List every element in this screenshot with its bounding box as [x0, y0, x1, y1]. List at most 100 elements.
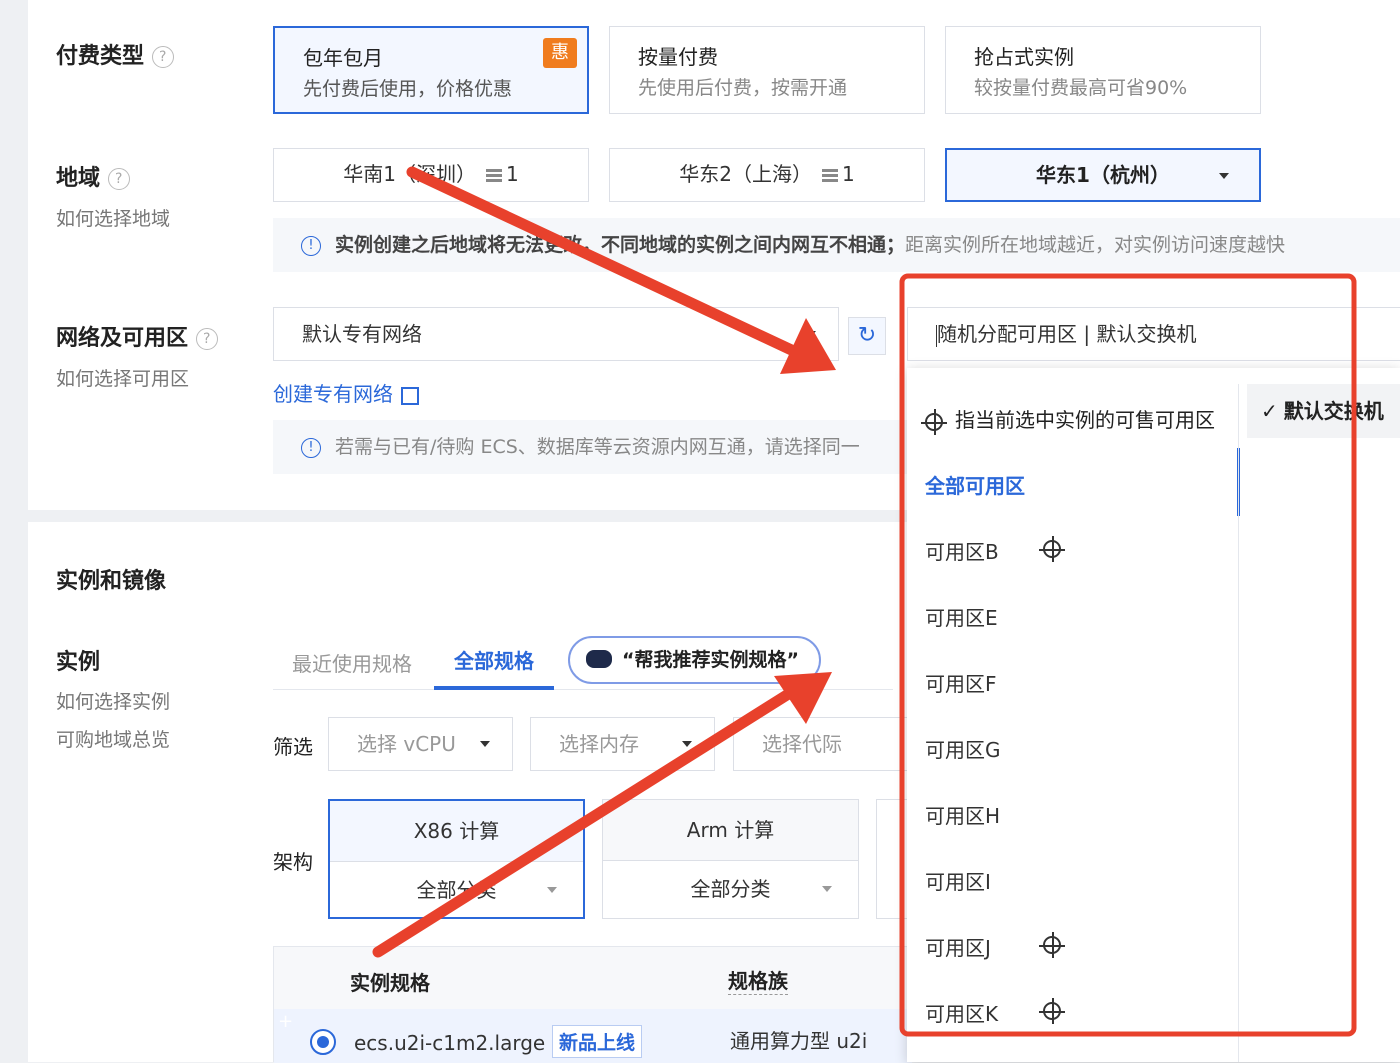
server-icon — [822, 168, 838, 183]
region-option-shenzhen[interactable]: 华南1（深圳） 1 — [273, 148, 589, 202]
discount-badge: 惠 — [543, 38, 577, 68]
create-vpc-link[interactable]: 创建专有网络 — [273, 378, 420, 407]
network-notice: ! 若需与已有/待购 ECS、数据库等云资源内网互通，请选择同一 — [273, 420, 913, 474]
notice-text: 距离实例所在地域越近，对实例访问速度越快 — [905, 234, 1286, 256]
zone-value: 随机分配可用区 | 默认交换机 — [937, 322, 1197, 346]
crosshair-icon — [921, 408, 947, 435]
region-option-shanghai[interactable]: 华东2（上海） 1 — [609, 148, 925, 202]
vpc-value: 默认专有网络 — [302, 322, 422, 346]
chevron-down-icon — [822, 886, 832, 892]
region-label-text: 地域 — [56, 166, 101, 191]
arch-category[interactable]: 全部分类 — [330, 862, 583, 918]
check-icon: ✓ — [1261, 399, 1278, 423]
vpc-select[interactable]: 默认专有网络 — [273, 307, 839, 361]
region-option-hangzhou[interactable]: 华东1（杭州） — [945, 148, 1261, 202]
region-help-link[interactable]: 如何选择地域 — [56, 204, 170, 231]
chevron-down-icon — [1219, 173, 1229, 179]
zone-name: 可用区B — [925, 540, 999, 564]
ai-button-label: “帮我推荐实例规格” — [622, 649, 799, 671]
radio-dot — [317, 1036, 329, 1048]
zone-option-e[interactable]: 可用区E — [925, 602, 998, 631]
arch-name: Arm 计算 — [603, 800, 858, 861]
region-name: 华东2（上海） — [679, 162, 812, 186]
billing-option-title: 包年包月 — [303, 46, 383, 70]
vcpu-filter[interactable]: 选择 vCPU — [328, 717, 513, 771]
zone-name: 可用区G — [925, 738, 1001, 762]
crosshair-icon — [1039, 536, 1065, 562]
zone-option-h[interactable]: 可用区H — [925, 800, 1000, 829]
notice-bold: 实例创建之后地域将无法更改，不同地域的实例之间内网互不相通； — [335, 234, 906, 256]
zone-all-option[interactable]: 全部可用区 — [925, 470, 1025, 499]
zone-name: 可用区E — [925, 606, 998, 630]
switch-option-default[interactable]: ✓ 默认交换机 — [1247, 384, 1400, 438]
zone-list-divider — [1238, 384, 1239, 1062]
billing-option-desc: 较按量付费最高可省90% — [974, 77, 1188, 99]
zone-name: 可用区J — [925, 936, 991, 960]
tab-recent-specs[interactable]: 最近使用规格 — [292, 648, 412, 677]
region-name: 华东1（杭州） — [1036, 163, 1170, 187]
crosshair-icon — [1039, 998, 1065, 1024]
network-notice-text: 若需与已有/待购 ECS、数据库等云资源内网互通，请选择同一 — [335, 436, 860, 458]
refresh-button[interactable]: ↻ — [848, 317, 886, 355]
zone-name: 可用区I — [925, 870, 991, 894]
ai-recommend-button[interactable]: “帮我推荐实例规格” — [568, 636, 821, 684]
generation-filter[interactable]: 选择代际 — [733, 717, 913, 771]
arch-category[interactable]: 全部分类 — [603, 861, 858, 917]
server-icon — [486, 168, 502, 183]
zone-option-k[interactable]: 可用区K — [925, 998, 1065, 1027]
table-row[interactable]: + ecs.u2i-c1m2.large 新品上线 通用算力型 u2i — [274, 1009, 912, 1063]
zone-option-b[interactable]: 可用区B — [925, 536, 1065, 565]
billing-label: 付费类型 ? — [56, 38, 174, 70]
zone-hint-text: 指当前选中实例的可售可用区 — [955, 408, 1215, 432]
zone-name: 可用区K — [925, 1002, 999, 1026]
create-vpc-text: 创建专有网络 — [273, 382, 393, 406]
table-header-spec: 实例规格 — [350, 971, 430, 995]
table-header-family: 规格族 — [728, 965, 788, 995]
billing-option-payg[interactable]: 按量付费 先使用后付费，按需开通 — [609, 26, 925, 114]
help-icon[interactable]: ? — [107, 168, 130, 190]
arch-arm[interactable]: Arm 计算 全部分类 — [602, 799, 859, 919]
chevron-down-icon — [682, 741, 692, 747]
new-badge: 新品上线 — [552, 1025, 643, 1058]
robot-icon — [586, 650, 612, 668]
zone-select[interactable]: 随机分配可用区 | 默认交换机 — [907, 307, 1400, 361]
billing-label-text: 付费类型 — [56, 44, 145, 69]
spec-name: ecs.u2i-c1m2.large — [354, 1031, 546, 1055]
chevron-down-icon — [480, 741, 490, 747]
zone-option-f[interactable]: 可用区F — [925, 668, 997, 697]
instance-help-link[interactable]: 如何选择实例 — [56, 687, 170, 714]
billing-option-subscription[interactable]: 包年包月 先付费后使用，价格优惠 惠 — [273, 26, 589, 114]
tab-label: 全部规格 — [454, 649, 534, 673]
instance-label: 实例 — [56, 650, 101, 675]
network-label-text: 网络及可用区 — [56, 326, 189, 351]
zone-option-i[interactable]: 可用区I — [925, 866, 991, 895]
zone-option-g[interactable]: 可用区G — [925, 734, 1001, 763]
region-count: 1 — [506, 162, 519, 186]
row-radio[interactable] — [310, 1029, 336, 1055]
memory-filter[interactable]: 选择内存 — [530, 717, 715, 771]
billing-option-spot[interactable]: 抢占式实例 较按量付费最高可省90% — [945, 26, 1261, 114]
chevron-down-icon — [547, 887, 557, 893]
chevron-down-icon — [806, 331, 816, 337]
crosshair-icon — [1039, 932, 1065, 958]
zone-name: 可用区F — [925, 672, 997, 696]
region-label: 地域 ? — [56, 160, 130, 192]
region-overview-link[interactable]: 可购地域总览 — [56, 725, 170, 752]
arch-name: X86 计算 — [330, 801, 583, 862]
zone-option-j[interactable]: 可用区J — [925, 932, 1065, 961]
zone-name: 可用区H — [925, 804, 1001, 828]
arch-x86[interactable]: X86 计算 全部分类 — [328, 799, 585, 919]
switch-option-label: 默认交换机 — [1283, 399, 1384, 423]
help-icon[interactable]: ? — [151, 46, 174, 68]
info-icon: ! — [301, 235, 321, 256]
filter-placeholder: 选择 vCPU — [357, 732, 456, 756]
filter-placeholder: 选择代际 — [762, 732, 842, 756]
help-icon[interactable]: ? — [195, 328, 218, 350]
info-icon: ! — [301, 437, 321, 458]
tab-all-specs[interactable]: 全部规格 — [434, 638, 554, 690]
region-notice: ! 实例创建之后地域将无法更改，不同地域的实例之间内网互不相通；距离实例所在地域越… — [273, 218, 1400, 272]
arch-category-text: 全部分类 — [416, 878, 497, 902]
expand-icon[interactable]: + — [278, 1011, 293, 1032]
zone-help-link[interactable]: 如何选择可用区 — [56, 364, 189, 391]
external-link-icon — [401, 386, 420, 405]
